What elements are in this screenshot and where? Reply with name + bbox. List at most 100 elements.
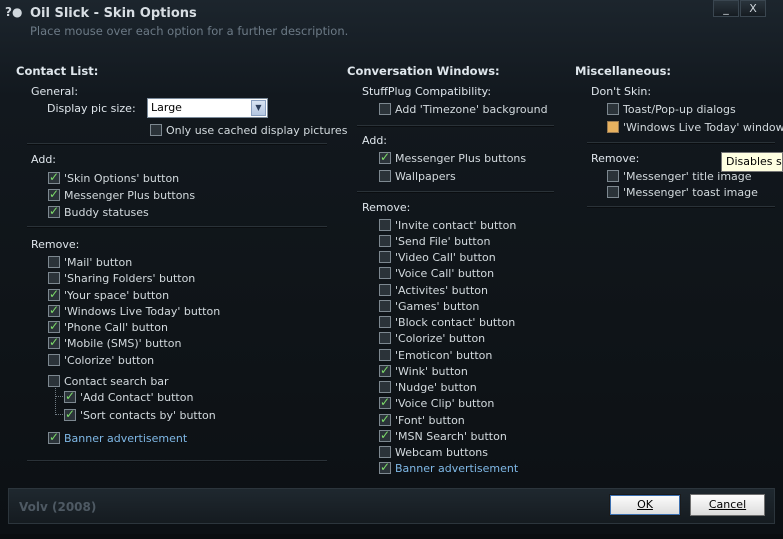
checkbox[interactable] bbox=[379, 395, 391, 409]
conv-add-label: Add: bbox=[362, 134, 388, 147]
remove-your-space-option[interactable]: 'Your space' button bbox=[48, 287, 170, 302]
option-label: 'Voice Call' button bbox=[395, 266, 495, 280]
checkbox[interactable] bbox=[150, 124, 162, 136]
checkbox[interactable] bbox=[379, 267, 391, 279]
checkbox[interactable] bbox=[379, 316, 391, 328]
checkbox[interactable] bbox=[48, 256, 60, 268]
remove-messenger-toast-image-option[interactable]: 'Messenger' toast image bbox=[607, 185, 758, 199]
checkbox[interactable] bbox=[379, 349, 391, 361]
option-label: 'Wink' button bbox=[395, 364, 468, 378]
checkbox[interactable] bbox=[379, 251, 391, 263]
checkbox[interactable] bbox=[48, 204, 60, 218]
conv-remove-send-file-option[interactable]: 'Send File' button bbox=[379, 234, 490, 248]
checkbox[interactable] bbox=[379, 363, 391, 377]
add-skin-options-button-option[interactable]: 'Skin Options' button bbox=[48, 170, 179, 185]
checkbox[interactable] bbox=[379, 300, 391, 312]
checkbox[interactable] bbox=[48, 287, 60, 301]
checkbox[interactable] bbox=[379, 235, 391, 247]
checkbox[interactable] bbox=[607, 186, 619, 198]
remove-add-contact-button-option[interactable]: 'Add Contact' button bbox=[64, 389, 194, 404]
option-label: 'Mail' button bbox=[64, 255, 133, 269]
checkbox[interactable] bbox=[379, 428, 391, 442]
conv-remove-games-option[interactable]: 'Games' button bbox=[379, 299, 479, 313]
conv-remove-voice-call-option[interactable]: 'Voice Call' button bbox=[379, 266, 494, 280]
checkbox[interactable] bbox=[48, 170, 60, 184]
option-label: 'Sharing Folders' button bbox=[64, 271, 196, 285]
option-label: 'Add Contact' button bbox=[80, 390, 194, 404]
checkbox[interactable] bbox=[379, 332, 391, 344]
plus-logo-icon: ?● bbox=[5, 5, 23, 19]
checkbox[interactable] bbox=[607, 103, 619, 115]
option-label: Add 'Timezone' background bbox=[395, 102, 548, 116]
checkbox[interactable] bbox=[48, 430, 60, 444]
option-label: 'Your space' button bbox=[64, 288, 170, 302]
minimize-button[interactable]: _ bbox=[713, 0, 739, 17]
timezone-background-option[interactable]: Add 'Timezone' background bbox=[379, 102, 548, 116]
checkbox[interactable] bbox=[64, 389, 76, 403]
option-label: 'Activites' button bbox=[395, 283, 488, 297]
checkbox[interactable] bbox=[48, 319, 60, 333]
checkbox[interactable] bbox=[379, 381, 391, 393]
dont-skin-toast-option[interactable]: Toast/Pop-up dialogs bbox=[607, 102, 736, 116]
tooltip: Disables skin bbox=[721, 152, 783, 172]
checkbox[interactable] bbox=[379, 412, 391, 426]
cancel-button[interactable]: Cancel bbox=[690, 494, 765, 516]
checkbox[interactable] bbox=[48, 375, 60, 387]
display-pic-value: Large bbox=[151, 101, 182, 114]
ok-button[interactable]: OK bbox=[609, 494, 681, 516]
checkbox[interactable] bbox=[607, 170, 619, 182]
checkbox[interactable] bbox=[379, 460, 391, 474]
conv-remove-invite-contact-option[interactable]: 'Invite contact' button bbox=[379, 218, 516, 232]
conv-remove-msn-search-option[interactable]: 'MSN Search' button bbox=[379, 428, 507, 443]
checkbox[interactable] bbox=[48, 272, 60, 284]
checkbox[interactable] bbox=[48, 303, 60, 317]
remove-banner-advertisement-option[interactable]: Banner advertisement bbox=[48, 430, 187, 445]
dont-skin-windows-live-today-option[interactable]: 'Windows Live Today' window bbox=[607, 120, 783, 134]
remove-mobile-sms-option[interactable]: 'Mobile (SMS)' button bbox=[48, 335, 181, 350]
close-button[interactable]: X bbox=[740, 0, 766, 17]
conv-remove-emoticon-option[interactable]: 'Emoticon' button bbox=[379, 348, 492, 362]
checkbox[interactable] bbox=[379, 446, 391, 458]
conv-remove-webcam-buttons-option[interactable]: Webcam buttons bbox=[379, 445, 488, 459]
conv-remove-banner-option[interactable]: Banner advertisement bbox=[379, 460, 519, 475]
display-pic-select[interactable]: Large ▼ bbox=[147, 98, 268, 118]
conv-remove-font-option[interactable]: 'Font' button bbox=[379, 412, 465, 427]
option-label: Wallpapers bbox=[395, 169, 456, 183]
option-label: Contact search bar bbox=[64, 374, 169, 388]
checkbox[interactable] bbox=[48, 354, 60, 366]
conv-remove-video-call-option[interactable]: 'Video Call' button bbox=[379, 250, 496, 264]
checkbox[interactable] bbox=[379, 284, 391, 296]
remove-phone-call-option[interactable]: 'Phone Call' button bbox=[48, 319, 168, 334]
conv-remove-voice-clip-option[interactable]: 'Voice Clip' button bbox=[379, 395, 494, 410]
checkbox[interactable] bbox=[379, 170, 391, 182]
checkbox[interactable] bbox=[48, 187, 60, 201]
conv-remove-colorize-option[interactable]: 'Colorize' button bbox=[379, 331, 485, 345]
add-buddy-statuses-option[interactable]: Buddy statuses bbox=[48, 204, 149, 219]
remove-sort-contacts-option[interactable]: 'Sort contacts by' button bbox=[64, 407, 216, 422]
option-label: 'Windows Live Today' window bbox=[623, 120, 783, 134]
conv-add-messenger-plus-option[interactable]: Messenger Plus buttons bbox=[379, 150, 526, 165]
cached-pics-option[interactable]: Only use cached display pictures bbox=[150, 123, 347, 137]
window-controls: _ X bbox=[713, 0, 766, 17]
conv-add-wallpapers-option[interactable]: Wallpapers bbox=[379, 169, 456, 183]
remove-windows-live-today-option[interactable]: 'Windows Live Today' button bbox=[48, 303, 220, 318]
option-label: Webcam buttons bbox=[395, 445, 488, 459]
conv-remove-block-contact-option[interactable]: 'Block contact' button bbox=[379, 315, 515, 329]
checkbox[interactable] bbox=[379, 103, 391, 115]
checkbox[interactable] bbox=[379, 219, 391, 231]
checkbox[interactable] bbox=[379, 150, 391, 164]
option-label: Banner advertisement bbox=[395, 461, 519, 475]
chevron-down-icon[interactable]: ▼ bbox=[251, 100, 266, 116]
remove-mail-button-option[interactable]: 'Mail' button bbox=[48, 255, 132, 269]
option-label: 'MSN Search' button bbox=[395, 429, 507, 443]
checkbox[interactable] bbox=[607, 121, 619, 133]
add-messenger-plus-buttons-option[interactable]: Messenger Plus buttons bbox=[48, 187, 195, 202]
conv-remove-nudge-option[interactable]: 'Nudge' button bbox=[379, 380, 477, 394]
remove-colorize-option[interactable]: 'Colorize' button bbox=[48, 353, 154, 367]
checkbox[interactable] bbox=[64, 407, 76, 421]
remove-sharing-folders-option[interactable]: 'Sharing Folders' button bbox=[48, 271, 195, 285]
conv-remove-wink-option[interactable]: 'Wink' button bbox=[379, 363, 468, 378]
remove-contact-search-bar-option[interactable]: Contact search bar bbox=[48, 374, 169, 388]
checkbox[interactable] bbox=[48, 335, 60, 349]
conv-remove-activities-option[interactable]: 'Activites' button bbox=[379, 283, 488, 297]
